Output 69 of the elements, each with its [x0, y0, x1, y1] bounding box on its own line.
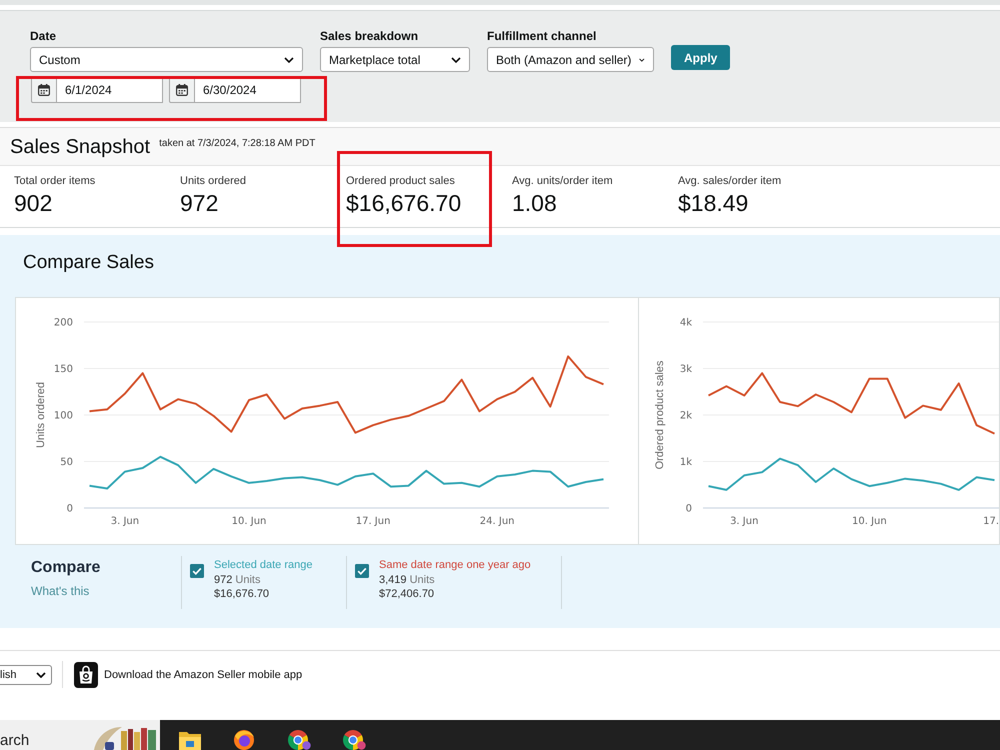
x-axis-label: 17. [983, 516, 999, 527]
x-axis-label: 3. Jun [110, 516, 140, 527]
units-count: 972 [214, 574, 232, 586]
metric-label: Avg. sales/order item [678, 175, 782, 188]
y-axis-label: 100 [54, 410, 73, 422]
field-label: Fulfillment channel [487, 29, 598, 43]
dropdown-select[interactable]: Custom [30, 47, 303, 72]
date-input[interactable]: 6/30/2024 [195, 77, 301, 103]
app-download-link[interactable]: Download the Amazon Seller mobile app [104, 668, 302, 680]
chevron-down-icon [451, 56, 461, 62]
x-axis-label: 24. Jun [480, 516, 515, 527]
checkbox[interactable] [355, 564, 369, 578]
y-axis-label: 50 [60, 457, 73, 468]
taskbar-app-icon[interactable] [232, 729, 256, 750]
x-axis-label: 3. Jun [730, 516, 758, 527]
folder-icon[interactable] [178, 730, 202, 750]
y-axis-label: 0 [66, 504, 73, 514]
apply-button[interactable]: Apply [671, 45, 730, 70]
search-field[interactable]: arch [0, 720, 160, 750]
calendar-button[interactable] [169, 77, 195, 103]
y-axis-label: 3k [680, 364, 692, 375]
metric-value: 972 [180, 190, 220, 216]
section-title: Sales Snapshot [10, 134, 150, 158]
section-title: Compare Sales [23, 252, 155, 274]
date-input[interactable]: 6/1/2024 [57, 77, 163, 103]
metric-label: Units ordered [180, 175, 248, 188]
series-label: Same date range one year ago [379, 558, 531, 572]
field-label: Date [30, 29, 58, 43]
x-axis-label: 10. Jun [232, 516, 266, 527]
metric-value: $16,676.70 [346, 190, 462, 216]
checkbox[interactable] [190, 564, 204, 578]
metric-value: 902 [14, 190, 54, 216]
taskbar-app-icon[interactable] [286, 729, 311, 750]
y-axis-label: 1k [680, 457, 692, 468]
axis-title: Units ordered [35, 382, 47, 448]
chevron-down-icon [639, 56, 645, 62]
sales-total: $16,676.70 [214, 587, 270, 602]
calendar-button[interactable] [31, 77, 57, 103]
metric-value: $18.49 [678, 190, 750, 216]
language-select[interactable]: lish [0, 664, 52, 684]
y-axis-label: 150 [54, 364, 73, 375]
dropdown-select[interactable]: Both (Amazon and seller) [487, 47, 654, 72]
books-drawing [92, 724, 158, 750]
chevron-down-icon [284, 56, 294, 62]
y-axis-label: 4k [680, 318, 692, 328]
x-axis-label: 17. Jun [356, 516, 390, 527]
taskbar-app-icon[interactable] [341, 729, 366, 750]
y-axis-label: 200 [54, 318, 73, 328]
units-label: Units [235, 574, 260, 586]
legend-title: Compare [31, 558, 102, 578]
y-axis-label: 0 [686, 504, 692, 514]
units-label: Units [410, 574, 435, 586]
metric-value: 1.08 [512, 190, 558, 216]
metric-label: Ordered product sales [346, 175, 456, 188]
shopping-bag-icon [74, 662, 98, 688]
x-axis-label: 10. Jun [852, 516, 887, 527]
metric-label: Total order items [14, 175, 96, 188]
y-axis-label: 2k [680, 410, 692, 422]
chevron-down-icon [36, 672, 46, 678]
units-count: 3,419 [379, 574, 407, 586]
calendar-icon [38, 84, 50, 96]
series-label: Selected date range [214, 558, 312, 572]
calendar-icon [176, 84, 188, 96]
field-label: Sales breakdown [320, 29, 420, 43]
axis-title: Ordered product sales [654, 360, 666, 470]
sales-total: $72,406.70 [379, 587, 436, 602]
metric-label: Avg. units/order item [512, 175, 614, 188]
timestamp-text: taken at 7/3/2024, 7:28:18 AM PDT [159, 138, 316, 149]
dropdown-select[interactable]: Marketplace total [320, 47, 470, 72]
